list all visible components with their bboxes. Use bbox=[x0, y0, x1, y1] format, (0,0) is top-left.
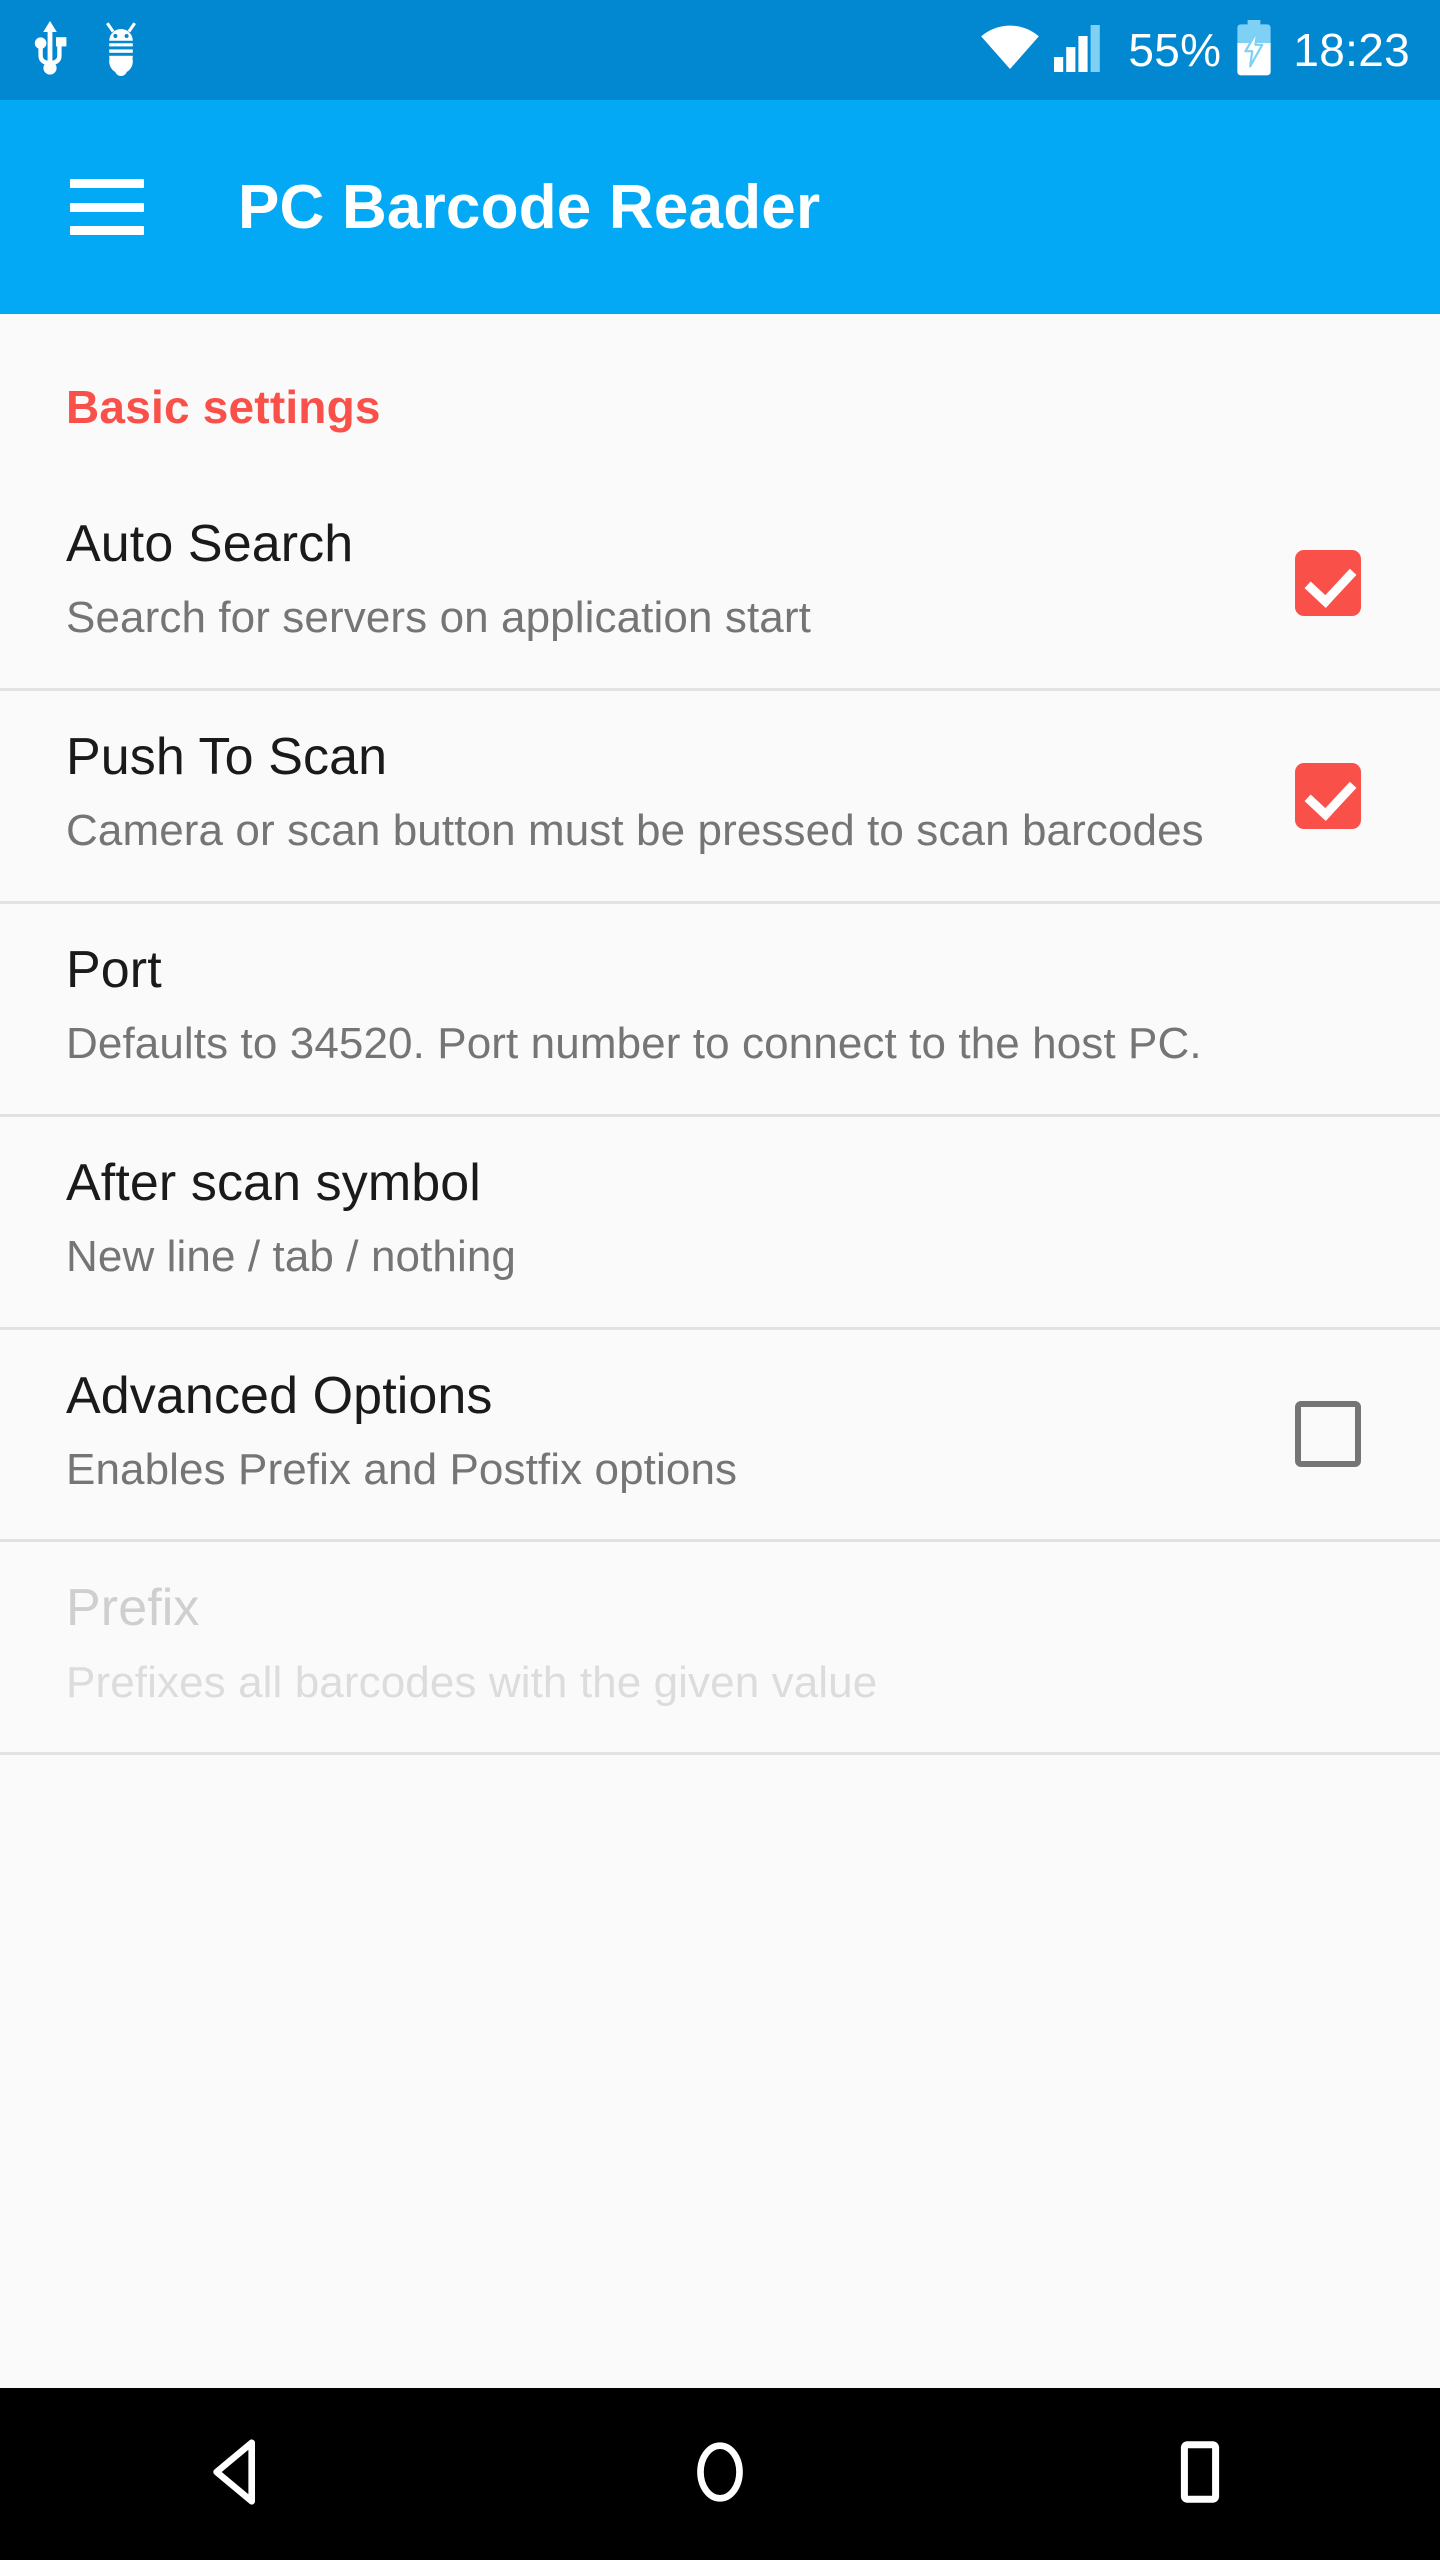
preference-summary: Search for servers on application start bbox=[66, 593, 811, 643]
section-header-basic-settings: Basic settings bbox=[66, 381, 381, 433]
preference-summary: Camera or scan button must be pressed to… bbox=[66, 806, 1204, 856]
app-bar: PC Barcode Reader bbox=[0, 100, 1440, 314]
system-navigation-bar bbox=[0, 2388, 1440, 2560]
back-triangle-icon bbox=[201, 2433, 279, 2516]
preference-widget bbox=[1272, 1397, 1384, 1468]
cellular-signal-icon bbox=[1054, 24, 1108, 77]
preference-list: Auto Search Search for servers on applic… bbox=[0, 478, 1440, 1756]
recents-button[interactable] bbox=[1100, 2388, 1300, 2560]
preference-text: Port Defaults to 34520. Port number to c… bbox=[66, 940, 1384, 1074]
push-to-scan-checkbox[interactable] bbox=[1295, 762, 1361, 829]
page-title: PC Barcode Reader bbox=[238, 172, 821, 242]
advanced-options-checkbox[interactable] bbox=[1295, 1401, 1361, 1468]
phone-screen: 55% 18:23 PC Barcode Reader Basic settin… bbox=[0, 0, 1440, 2560]
hamburger-line bbox=[70, 202, 144, 212]
preference-title: Push To Scan bbox=[66, 727, 388, 786]
preference-summary: Prefixes all barcodes with the given val… bbox=[66, 1657, 878, 1707]
settings-content: Basic settings Auto Search Search for se… bbox=[0, 314, 1440, 2388]
preference-summary: Defaults to 34520. Port number to connec… bbox=[66, 1019, 1202, 1069]
preference-text: After scan symbol New line / tab / nothi… bbox=[66, 1153, 1384, 1287]
preference-text: Prefix Prefixes all barcodes with the gi… bbox=[66, 1578, 1384, 1712]
android-debug-bug-icon bbox=[98, 20, 144, 81]
battery-charging-icon bbox=[1235, 19, 1273, 81]
home-circle-icon bbox=[681, 2433, 759, 2516]
preference-text: Push To Scan Camera or scan button must … bbox=[66, 727, 1272, 861]
preference-row-push-to-scan[interactable]: Push To Scan Camera or scan button must … bbox=[0, 691, 1440, 904]
preference-summary: New line / tab / nothing bbox=[66, 1231, 517, 1281]
preference-row-auto-search[interactable]: Auto Search Search for servers on applic… bbox=[0, 478, 1440, 691]
preference-summary: Enables Prefix and Postfix options bbox=[66, 1444, 738, 1494]
preference-title: Port bbox=[66, 940, 162, 999]
battery-percent-label: 55% bbox=[1128, 24, 1222, 76]
preference-title: Prefix bbox=[66, 1579, 200, 1638]
preference-text: Auto Search Search for servers on applic… bbox=[66, 514, 1272, 648]
preference-row-after-scan-symbol[interactable]: After scan symbol New line / tab / nothi… bbox=[0, 1117, 1440, 1330]
preference-widget bbox=[1272, 546, 1384, 616]
status-bar-right-icons: 55% 18:23 bbox=[980, 19, 1410, 81]
status-bar-left-icons bbox=[28, 20, 144, 81]
auto-search-checkbox[interactable] bbox=[1295, 549, 1361, 616]
preference-title: After scan symbol bbox=[66, 1153, 481, 1212]
hamburger-menu-icon[interactable] bbox=[70, 179, 144, 235]
usb-icon bbox=[28, 20, 72, 81]
hamburger-line bbox=[70, 226, 144, 235]
preference-row-prefix: Prefix Prefixes all barcodes with the gi… bbox=[0, 1542, 1440, 1756]
clock-label: 18:23 bbox=[1293, 24, 1410, 76]
preference-row-advanced-options[interactable]: Advanced Options Enables Prefix and Post… bbox=[0, 1330, 1440, 1543]
home-button[interactable] bbox=[620, 2388, 820, 2560]
back-button[interactable] bbox=[140, 2388, 340, 2560]
preference-widget bbox=[1272, 759, 1384, 829]
status-bar: 55% 18:23 bbox=[0, 0, 1440, 100]
preference-row-port[interactable]: Port Defaults to 34520. Port number to c… bbox=[0, 904, 1440, 1117]
recents-square-icon bbox=[1161, 2433, 1239, 2516]
preference-text: Advanced Options Enables Prefix and Post… bbox=[66, 1366, 1272, 1500]
preference-title: Advanced Options bbox=[66, 1366, 493, 1425]
preference-title: Auto Search bbox=[66, 515, 354, 573]
wifi-icon bbox=[980, 24, 1040, 77]
hamburger-line bbox=[70, 179, 144, 188]
